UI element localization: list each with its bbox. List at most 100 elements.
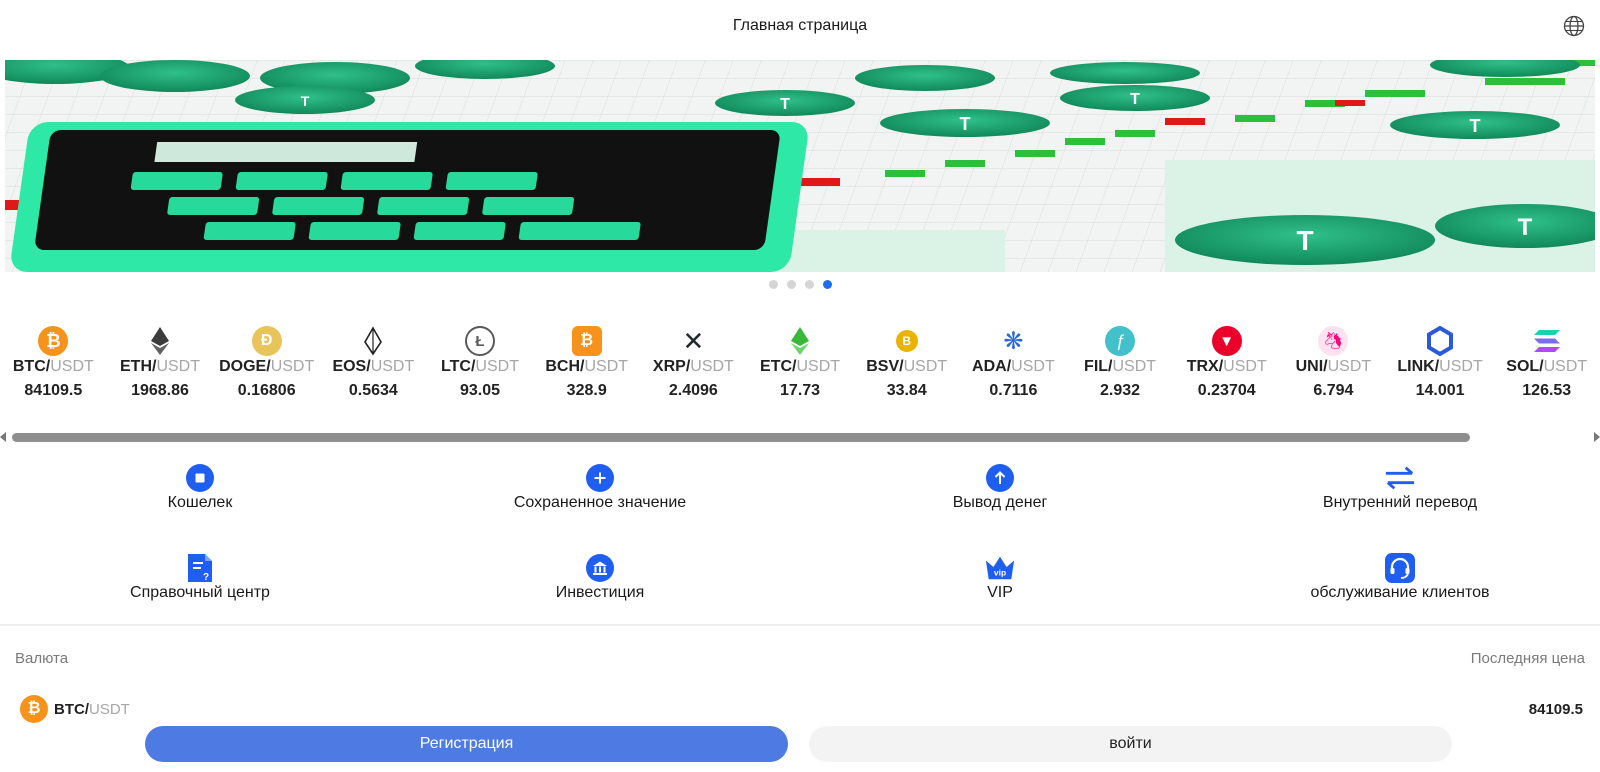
action-help-center[interactable]: ? Справочный центр <box>0 550 400 610</box>
uniswap-icon: 🦄︎ <box>1318 326 1349 356</box>
dogecoin-icon: Ð <box>251 326 282 356</box>
plus-icon <box>584 462 616 494</box>
action-label: Кошелек <box>167 494 233 511</box>
scrollbar-thumb[interactable] <box>12 433 1470 442</box>
ticker-price: 14.001 <box>1415 382 1465 399</box>
banner-dot-4[interactable] <box>822 280 832 289</box>
ticker-item-link[interactable]: LINK/USDT 14.001 <box>1387 326 1494 416</box>
action-customer-service[interactable]: обслуживание клиентов <box>1200 550 1600 610</box>
svg-text:?: ? <box>203 572 209 583</box>
svg-text:T: T <box>960 114 971 134</box>
ticker-pair: DOGE/USDT <box>219 358 315 375</box>
scroll-right-arrow-icon[interactable] <box>1594 432 1600 442</box>
ticker-item-eos[interactable]: EOS/USDT 0.5634 <box>320 326 427 416</box>
ticker-price: 0.16806 <box>237 382 296 399</box>
tron-icon: ▼ <box>1211 326 1242 356</box>
chainlink-icon <box>1425 326 1455 356</box>
section-divider <box>0 624 1600 626</box>
bitcoin-icon: ₿ <box>20 695 48 723</box>
svg-text:T: T <box>780 96 790 113</box>
banner-dot-1[interactable] <box>768 280 778 289</box>
action-label: Справочный центр <box>130 584 270 601</box>
bitcoin-sv-icon: B <box>895 330 918 352</box>
ticker-pair: XRP/USDT <box>652 358 734 375</box>
svg-text:T: T <box>1296 225 1313 256</box>
svg-text:vip: vip <box>994 568 1006 578</box>
ticker-price: 2.932 <box>1100 382 1141 399</box>
action-vip[interactable]: vip VIP <box>800 550 1200 610</box>
svg-text:T: T <box>301 93 310 109</box>
wallet-icon <box>184 462 216 494</box>
ticker-pair: EOS/USDT <box>332 358 415 375</box>
globe-icon[interactable] <box>1562 14 1586 38</box>
ticker-item-etc[interactable]: ETC/USDT 17.73 <box>747 326 854 416</box>
register-button[interactable]: Регистрация <box>145 726 788 762</box>
ticker-item-bch[interactable]: ₿ BCH/USDT 328.9 <box>533 326 640 416</box>
headset-icon <box>1384 552 1416 584</box>
banner-pagination <box>0 280 1600 290</box>
transfer-icon <box>1384 462 1416 494</box>
action-label: Вывод денег <box>952 494 1048 511</box>
ticker-strip: ₿ BTC/USDT 84109.5 ETH/USDT 1968.86 Ð DO… <box>0 326 1600 416</box>
ticker-pair: LTC/USDT <box>441 358 519 375</box>
bottom-auth-bar: Регистрация войти <box>0 724 1600 772</box>
page-title: Главная страница <box>732 17 868 34</box>
ticker-item-bsv[interactable]: B BSV/USDT 33.84 <box>853 326 960 416</box>
ticker-pair: ETH/USDT <box>120 358 201 375</box>
ticker-item-trx[interactable]: ▼ TRX/USDT 0.23704 <box>1173 326 1280 416</box>
xrp-icon: ✕ <box>682 325 705 356</box>
ticker-item-fil[interactable]: ƒ FIL/USDT 2.932 <box>1067 326 1174 416</box>
ticker-price: 126.53 <box>1522 382 1572 399</box>
scroll-left-arrow-icon[interactable] <box>0 432 6 442</box>
vip-crown-icon: vip <box>984 552 1016 584</box>
ticker-price: 1968.86 <box>131 382 189 399</box>
banner-dot-2[interactable] <box>786 280 796 289</box>
top-header: Главная страница <box>0 0 1600 52</box>
column-last-price: Последняя цена <box>1470 650 1585 667</box>
ticker-scrollbar[interactable] <box>0 430 1600 444</box>
ticker-pair: SOL/USDT <box>1506 358 1588 375</box>
ticker-pair: BTC/USDT <box>12 358 94 375</box>
help-document-icon: ? <box>184 552 216 584</box>
action-internal-transfer[interactable]: Внутренний перевод <box>1200 460 1600 550</box>
ticker-price: 6.794 <box>1313 382 1354 399</box>
ticker-pair: BCH/USDT <box>545 358 629 375</box>
bitcoin-cash-icon: ₿ <box>571 326 602 356</box>
ticker-item-doge[interactable]: Ð DOGE/USDT 0.16806 <box>213 326 320 416</box>
ticker-item-uni[interactable]: 🦄︎ UNI/USDT 6.794 <box>1280 326 1387 416</box>
ticker-pair: ADA/USDT <box>972 358 1055 375</box>
market-pair: ₿ BTC/USDT <box>20 695 130 723</box>
action-label: Инвестиция <box>555 584 645 601</box>
ticker-pair: LINK/USDT <box>1397 358 1483 375</box>
ticker-price: 33.84 <box>886 382 927 399</box>
action-deposit[interactable]: Сохраненное значение <box>400 460 800 550</box>
login-button[interactable]: войти <box>809 726 1452 762</box>
ticker-price: 0.7116 <box>989 382 1038 399</box>
ticker-item-ada[interactable]: ❋ ADA/USDT 0.7116 <box>960 326 1067 416</box>
action-wallet[interactable]: Кошелек <box>0 460 400 550</box>
action-label: Внутренний перевод <box>1322 494 1478 511</box>
ticker-item-sol[interactable]: SOL/USDT 126.53 <box>1493 326 1600 416</box>
action-label: обслуживание клиентов <box>1310 584 1490 601</box>
banner-dot-3[interactable] <box>804 280 814 289</box>
ethereum-icon <box>145 326 175 356</box>
ticker-price: 328.9 <box>566 382 607 399</box>
svg-text:T: T <box>1130 91 1140 108</box>
ticker-price: 84109.5 <box>24 382 83 399</box>
litecoin-icon: Ł <box>465 326 496 356</box>
ticker-price: 17.73 <box>780 382 821 399</box>
solana-icon <box>1532 326 1562 356</box>
ticker-item-eth[interactable]: ETH/USDT 1968.86 <box>107 326 214 416</box>
eos-icon <box>358 326 388 356</box>
svg-text:T: T <box>1518 214 1533 241</box>
action-investment[interactable]: Инвестиция <box>400 550 800 610</box>
ethereum-classic-icon <box>785 326 815 356</box>
promo-banner[interactable]: T T T T T T T <box>5 60 1595 272</box>
ticker-item-btc[interactable]: ₿ BTC/USDT 84109.5 <box>0 326 107 416</box>
ticker-item-ltc[interactable]: Ł LTC/USDT 93.05 <box>427 326 534 416</box>
ticker-item-xrp[interactable]: ✕ XRP/USDT 2.4096 <box>640 326 747 416</box>
ticker-price: 93.05 <box>460 382 501 399</box>
market-row-btc[interactable]: ₿ BTC/USDT 84109.5 <box>20 695 1583 723</box>
ticker-price: 2.4096 <box>668 382 718 399</box>
action-withdraw[interactable]: Вывод денег <box>800 460 1200 550</box>
